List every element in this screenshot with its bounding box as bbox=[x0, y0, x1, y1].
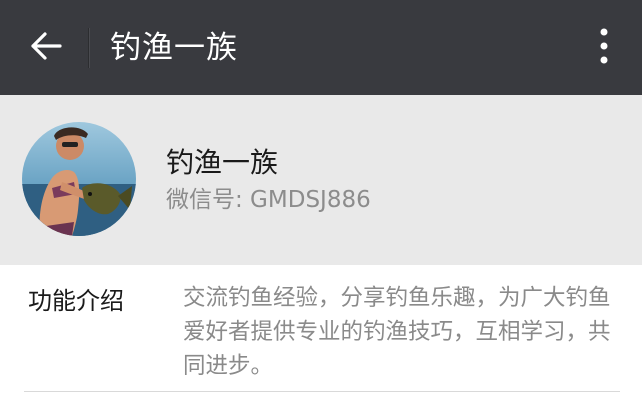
feature-intro-label: 功能介绍 bbox=[28, 287, 124, 315]
wechat-id: 微信号: GMDSJ886 bbox=[166, 187, 371, 213]
page-title: 钓渔一族 bbox=[110, 30, 238, 66]
profile-header: 钓渔一族 微信号: GMDSJ886 bbox=[0, 95, 642, 265]
avatar[interactable] bbox=[22, 122, 136, 236]
feature-intro-text: 交流钓鱼经验，分享钓鱼乐趣，为广大钓鱼爱好者提供专业的钓渔技巧，互相学习，共同进… bbox=[183, 285, 611, 379]
feature-intro-section: 功能介绍 交流钓鱼经验，分享钓鱼乐趣，为广大钓鱼爱好者提供专业的钓渔技巧，互相学… bbox=[0, 265, 642, 400]
back-button[interactable] bbox=[18, 22, 74, 74]
account-name: 钓渔一族 bbox=[166, 146, 279, 179]
more-options-button[interactable] bbox=[584, 22, 624, 74]
more-vertical-icon bbox=[598, 26, 610, 70]
account-profile-screen: 钓渔一族 钓渔一族 微信号: GMDSJ886 功能介绍 交流钓鱼经验，分享钓鱼… bbox=[0, 0, 642, 400]
arrow-left-icon bbox=[29, 31, 63, 65]
top-navigation-bar: 钓渔一族 bbox=[0, 0, 642, 95]
header-divider bbox=[88, 28, 89, 68]
section-divider bbox=[24, 391, 620, 392]
